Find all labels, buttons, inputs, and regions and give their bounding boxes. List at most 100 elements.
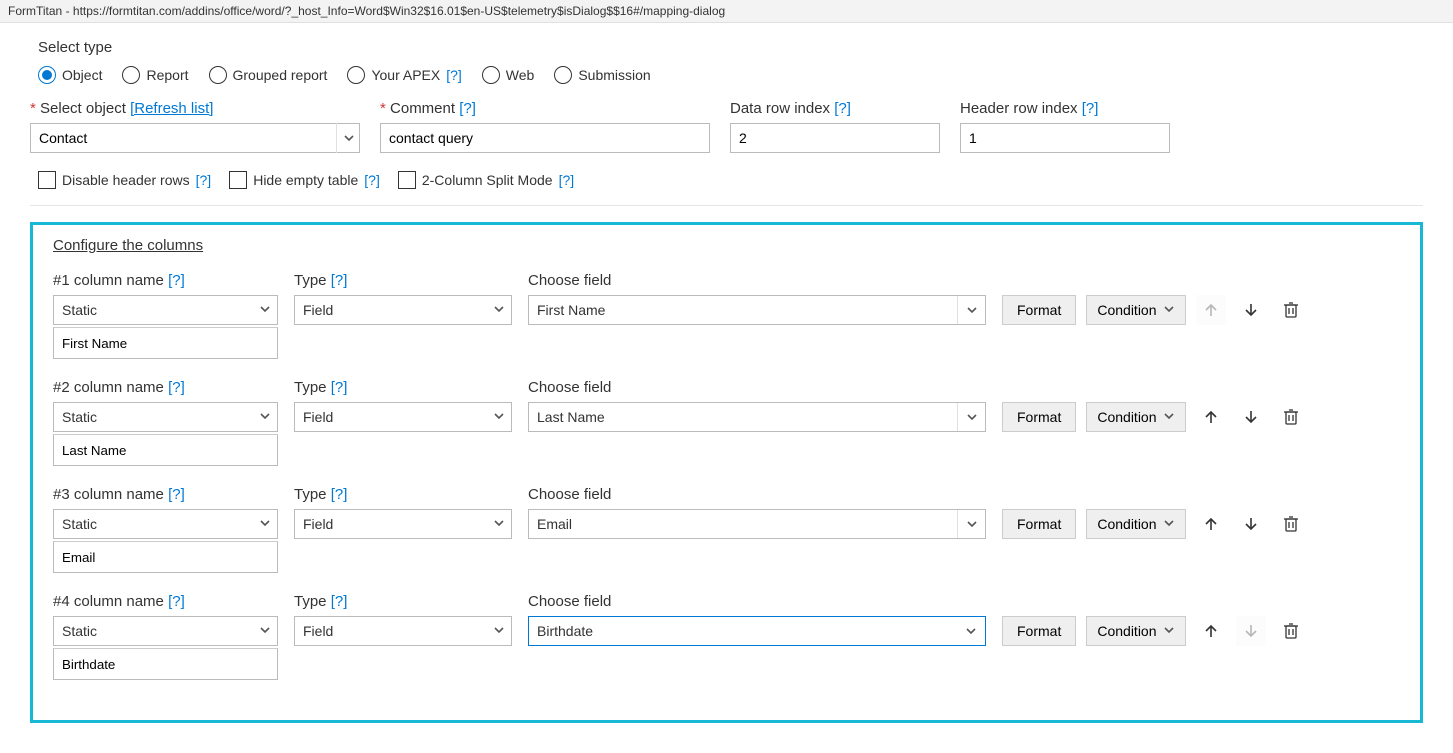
column-row-2: #2 column name Type Choose field Static … — [53, 379, 1400, 466]
choose-field-dropdown[interactable]: Last Name — [528, 402, 986, 432]
column-type-dropdown[interactable]: Field — [294, 509, 512, 539]
delete-button[interactable] — [1276, 295, 1306, 325]
window-titlebar: FormTitan - https://formtitan.com/addins… — [0, 0, 1453, 23]
chevron-down-icon — [957, 510, 985, 538]
chevron-down-icon — [493, 302, 505, 318]
configure-columns-title: Configure the columns — [53, 237, 203, 254]
radio-dot-icon — [209, 66, 227, 84]
chevron-down-icon[interactable] — [336, 123, 360, 153]
radio-object[interactable]: Object — [38, 66, 102, 84]
help-icon[interactable] — [364, 172, 380, 188]
select-object-dropdown[interactable] — [30, 123, 360, 153]
delete-button[interactable] — [1276, 402, 1306, 432]
data-row-index-label: Data row index — [730, 100, 940, 117]
data-row-index-input[interactable] — [730, 123, 940, 153]
choose-field-dropdown[interactable]: First Name — [528, 295, 986, 325]
column-name-label: #4 column name — [53, 593, 278, 610]
delete-button[interactable] — [1276, 616, 1306, 646]
help-icon[interactable] — [196, 172, 212, 188]
help-icon[interactable] — [446, 67, 462, 83]
help-icon[interactable] — [168, 272, 185, 289]
format-button[interactable]: Format — [1002, 295, 1076, 325]
column-row-3: #3 column name Type Choose field Static … — [53, 486, 1400, 573]
radio-label: Report — [146, 67, 188, 83]
help-icon[interactable] — [331, 486, 348, 503]
comment-label: * Comment — [380, 100, 710, 117]
column-row-4: #4 column name Type Choose field Static … — [53, 593, 1400, 680]
choose-field-dropdown[interactable]: Email — [528, 509, 986, 539]
column-type-dropdown[interactable]: Field — [294, 616, 512, 646]
checkbox-icon — [229, 171, 247, 189]
chevron-down-icon — [493, 409, 505, 425]
condition-button[interactable]: Condition — [1086, 509, 1185, 539]
format-button[interactable]: Format — [1002, 402, 1076, 432]
help-icon[interactable] — [331, 379, 348, 396]
select-type-label: Select type — [38, 39, 1423, 56]
help-icon[interactable] — [834, 100, 851, 117]
radio-dot-icon — [482, 66, 500, 84]
column-type-dropdown[interactable]: Field — [294, 402, 512, 432]
column-name-label: #1 column name — [53, 272, 278, 289]
radio-grouped-report[interactable]: Grouped report — [209, 66, 328, 84]
column-name-label: #2 column name — [53, 379, 278, 396]
hide-empty-checkbox[interactable]: Hide empty table — [229, 171, 380, 189]
radio-web[interactable]: Web — [482, 66, 535, 84]
format-button[interactable]: Format — [1002, 616, 1076, 646]
help-icon[interactable] — [168, 486, 185, 503]
type-label: Type — [294, 593, 512, 610]
header-row-index-input[interactable] — [960, 123, 1170, 153]
move-up-button[interactable] — [1196, 509, 1226, 539]
radio-label: Grouped report — [233, 67, 328, 83]
help-icon[interactable] — [559, 172, 575, 188]
condition-button[interactable]: Condition — [1086, 616, 1185, 646]
help-icon[interactable] — [1082, 100, 1099, 117]
column-name-input[interactable] — [53, 434, 278, 466]
radio-your-apex[interactable]: Your APEX — [347, 66, 461, 84]
radio-submission[interactable]: Submission — [554, 66, 650, 84]
column-name-type-dropdown[interactable]: Static — [53, 295, 278, 325]
column-name-input[interactable] — [53, 327, 278, 359]
checkbox-label: Hide empty table — [253, 172, 358, 188]
condition-button[interactable]: Condition — [1086, 402, 1185, 432]
chevron-down-icon — [1163, 409, 1175, 425]
help-icon[interactable] — [168, 379, 185, 396]
chevron-down-icon — [957, 296, 985, 324]
chevron-down-icon — [259, 302, 271, 318]
radio-label: Web — [506, 67, 535, 83]
type-label: Type — [294, 379, 512, 396]
chevron-down-icon — [259, 516, 271, 532]
chevron-down-icon — [957, 403, 985, 431]
radio-label: Submission — [578, 67, 650, 83]
move-up-button — [1196, 295, 1226, 325]
delete-button[interactable] — [1276, 509, 1306, 539]
chevron-down-icon — [1163, 302, 1175, 318]
move-down-button[interactable] — [1236, 295, 1266, 325]
choose-field-dropdown[interactable]: Birthdate — [528, 616, 986, 646]
refresh-list-link[interactable]: [Refresh list] — [130, 100, 213, 117]
format-button[interactable]: Format — [1002, 509, 1076, 539]
column-name-type-dropdown[interactable]: Static — [53, 402, 278, 432]
column-type-dropdown[interactable]: Field — [294, 295, 512, 325]
choose-field-label: Choose field — [528, 593, 986, 610]
move-up-button[interactable] — [1196, 402, 1226, 432]
comment-input[interactable] — [380, 123, 710, 153]
move-up-button[interactable] — [1196, 616, 1226, 646]
column-name-input[interactable] — [53, 541, 278, 573]
help-icon[interactable] — [459, 100, 476, 117]
radio-dot-icon — [38, 66, 56, 84]
move-down-button[interactable] — [1236, 509, 1266, 539]
help-icon[interactable] — [168, 593, 185, 610]
radio-report[interactable]: Report — [122, 66, 188, 84]
help-icon[interactable] — [331, 593, 348, 610]
checkbox-label: Disable header rows — [62, 172, 190, 188]
split-mode-checkbox[interactable]: 2-Column Split Mode — [398, 171, 574, 189]
disable-header-checkbox[interactable]: Disable header rows — [38, 171, 211, 189]
move-down-button — [1236, 616, 1266, 646]
column-name-type-dropdown[interactable]: Static — [53, 509, 278, 539]
move-down-button[interactable] — [1236, 402, 1266, 432]
column-name-type-dropdown[interactable]: Static — [53, 616, 278, 646]
chevron-down-icon — [1163, 516, 1175, 532]
condition-button[interactable]: Condition — [1086, 295, 1185, 325]
column-name-input[interactable] — [53, 648, 278, 680]
help-icon[interactable] — [331, 272, 348, 289]
